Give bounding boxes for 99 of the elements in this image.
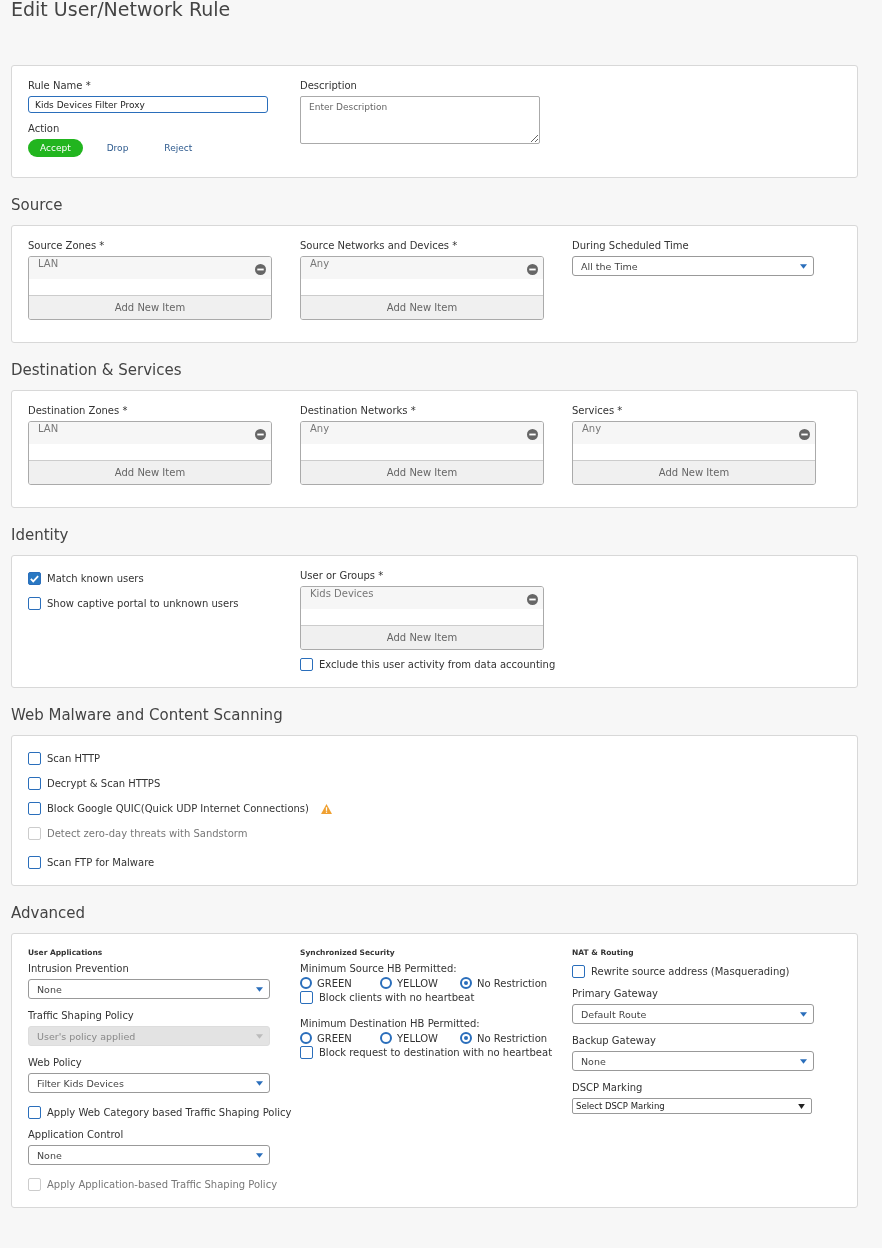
checkbox[interactable] — [28, 1106, 41, 1119]
action-button[interactable]: Drop — [94, 139, 141, 157]
field-label: Web Policy — [28, 1057, 82, 1069]
action-button[interactable]: Reject — [152, 139, 205, 157]
remove-icon[interactable] — [527, 429, 538, 440]
add-item-button[interactable]: Add New Item — [301, 625, 543, 649]
checkbox[interactable] — [572, 965, 585, 978]
field-label: Backup Gateway — [572, 1035, 656, 1047]
remove-icon[interactable] — [527, 594, 538, 605]
checkbox-label: Apply Web Category based Traffic Shaping Policy — [47, 1107, 292, 1118]
checkbox-label: Decrypt & Scan HTTPS — [47, 778, 161, 789]
section-heading: Destination & Services — [11, 361, 183, 379]
field-label: Minimum Destination HB Permitted: — [300, 1018, 480, 1030]
list-item[interactable]: Any — [310, 258, 330, 279]
radio-label: YELLOW — [397, 977, 438, 989]
field-label: DSCP Marking — [572, 1082, 643, 1094]
field-label: Rule Name * — [28, 80, 91, 92]
checkbox-label: Block clients with no heartbeat — [319, 992, 475, 1003]
caret-icon — [798, 1103, 805, 1109]
radio-button[interactable] — [300, 977, 312, 989]
list-item[interactable]: LAN — [38, 258, 59, 279]
field-label: Action — [28, 123, 60, 135]
checkbox[interactable] — [28, 777, 41, 790]
dropdown[interactable]: None — [28, 979, 270, 999]
section-heading: Source — [11, 196, 64, 214]
checkbox-label: Scan FTP for Malware — [47, 857, 155, 868]
radio-label: No Restriction — [477, 977, 548, 989]
radio-button[interactable] — [460, 1032, 472, 1044]
dropdown[interactable]: None — [28, 1145, 270, 1165]
field-label: Source Zones * — [28, 240, 105, 252]
field-label: Destination Networks * — [300, 405, 416, 417]
list-item[interactable]: LAN — [38, 423, 59, 444]
description-field[interactable]: Enter Description — [300, 96, 540, 144]
section-heading: Advanced — [11, 904, 87, 922]
radio-label: No Restriction — [477, 1032, 548, 1044]
caret-icon — [800, 1058, 807, 1064]
section-heading: Identity — [11, 526, 70, 544]
dropdown[interactable]: None — [572, 1051, 814, 1071]
checkbox-label: Show captive portal to unknown users — [47, 598, 239, 609]
rule-name-field[interactable]: Kids Devices Filter Proxy — [28, 96, 268, 113]
checkbox-label: Rewrite source address (Masquerading) — [591, 966, 790, 977]
checkbox[interactable] — [28, 597, 41, 610]
field-label: Services * — [572, 405, 623, 417]
checkbox[interactable] — [28, 802, 41, 815]
dropdown[interactable]: Default Route — [572, 1004, 814, 1024]
dropdown[interactable]: Filter Kids Devices — [28, 1073, 270, 1093]
dropdown[interactable]: All the Time — [572, 256, 814, 276]
checkbox-label: Block request to destination with no heartbeat — [319, 1047, 553, 1058]
field-label: Destination Zones * — [28, 405, 128, 417]
radio-button[interactable] — [380, 1032, 392, 1044]
add-item-button[interactable]: Add New Item — [29, 295, 271, 319]
checkbox-label: Apply Application-based Traffic Shaping Policy — [47, 1179, 278, 1190]
radio-button[interactable] — [380, 977, 392, 989]
caret-icon — [256, 1033, 263, 1039]
field-label: Traffic Shaping Policy — [28, 1010, 134, 1022]
radio-label: GREEN — [317, 1032, 352, 1044]
action-button[interactable]: Accept — [28, 139, 83, 157]
checkbox-label: Detect zero-day threats with Sandstorm — [47, 828, 248, 839]
add-item-button[interactable]: Add New Item — [301, 460, 543, 484]
field-label: Minimum Source HB Permitted: — [300, 963, 457, 975]
field-label: Intrusion Prevention — [28, 963, 129, 975]
add-item-button[interactable]: Add New Item — [301, 295, 543, 319]
field-label: User or Groups * — [300, 570, 384, 582]
caret-icon — [256, 1080, 263, 1086]
caret-icon — [800, 1011, 807, 1017]
page-title: Edit User/Network Rule — [11, 0, 232, 19]
radio-label: GREEN — [317, 977, 352, 989]
field-label: Application Control — [28, 1129, 124, 1141]
checkbox-label: Block Google QUIC(Quick UDP Internet Connections) — [47, 803, 309, 814]
add-item-button[interactable]: Add New Item — [29, 460, 271, 484]
field-label: Primary Gateway — [572, 988, 658, 1000]
field-label: During Scheduled Time — [572, 240, 689, 252]
caret-icon — [256, 1152, 263, 1158]
checkbox-label: Scan HTTP — [47, 753, 101, 764]
checkbox[interactable] — [28, 752, 41, 765]
remove-icon[interactable] — [799, 429, 810, 440]
section-heading: Web Malware and Content Scanning — [11, 706, 284, 724]
field-label: Description — [300, 80, 357, 92]
caret-icon — [256, 986, 263, 992]
remove-icon[interactable] — [255, 429, 266, 440]
caret-icon — [800, 263, 807, 269]
radio-label: YELLOW — [397, 1032, 438, 1044]
radio-button[interactable] — [300, 1032, 312, 1044]
checkbox[interactable] — [300, 991, 313, 1004]
checkbox-label: Match known users — [47, 573, 144, 584]
remove-icon[interactable] — [527, 264, 538, 275]
list-item[interactable]: Any — [582, 423, 602, 444]
radio-button[interactable] — [460, 977, 472, 989]
warning-icon — [320, 803, 332, 814]
checkbox[interactable] — [28, 572, 41, 585]
checkbox[interactable] — [300, 658, 313, 671]
checkbox[interactable] — [300, 1046, 313, 1059]
remove-icon[interactable] — [255, 264, 266, 275]
dropdown[interactable]: Select DSCP Marking — [572, 1098, 812, 1114]
checkbox-label: Exclude this user activity from data accounting — [319, 659, 556, 670]
add-item-button[interactable]: Add New Item — [573, 460, 815, 484]
checkbox[interactable] — [28, 856, 41, 869]
list-item[interactable]: Any — [310, 423, 330, 444]
field-label: Source Networks and Devices * — [300, 240, 458, 252]
